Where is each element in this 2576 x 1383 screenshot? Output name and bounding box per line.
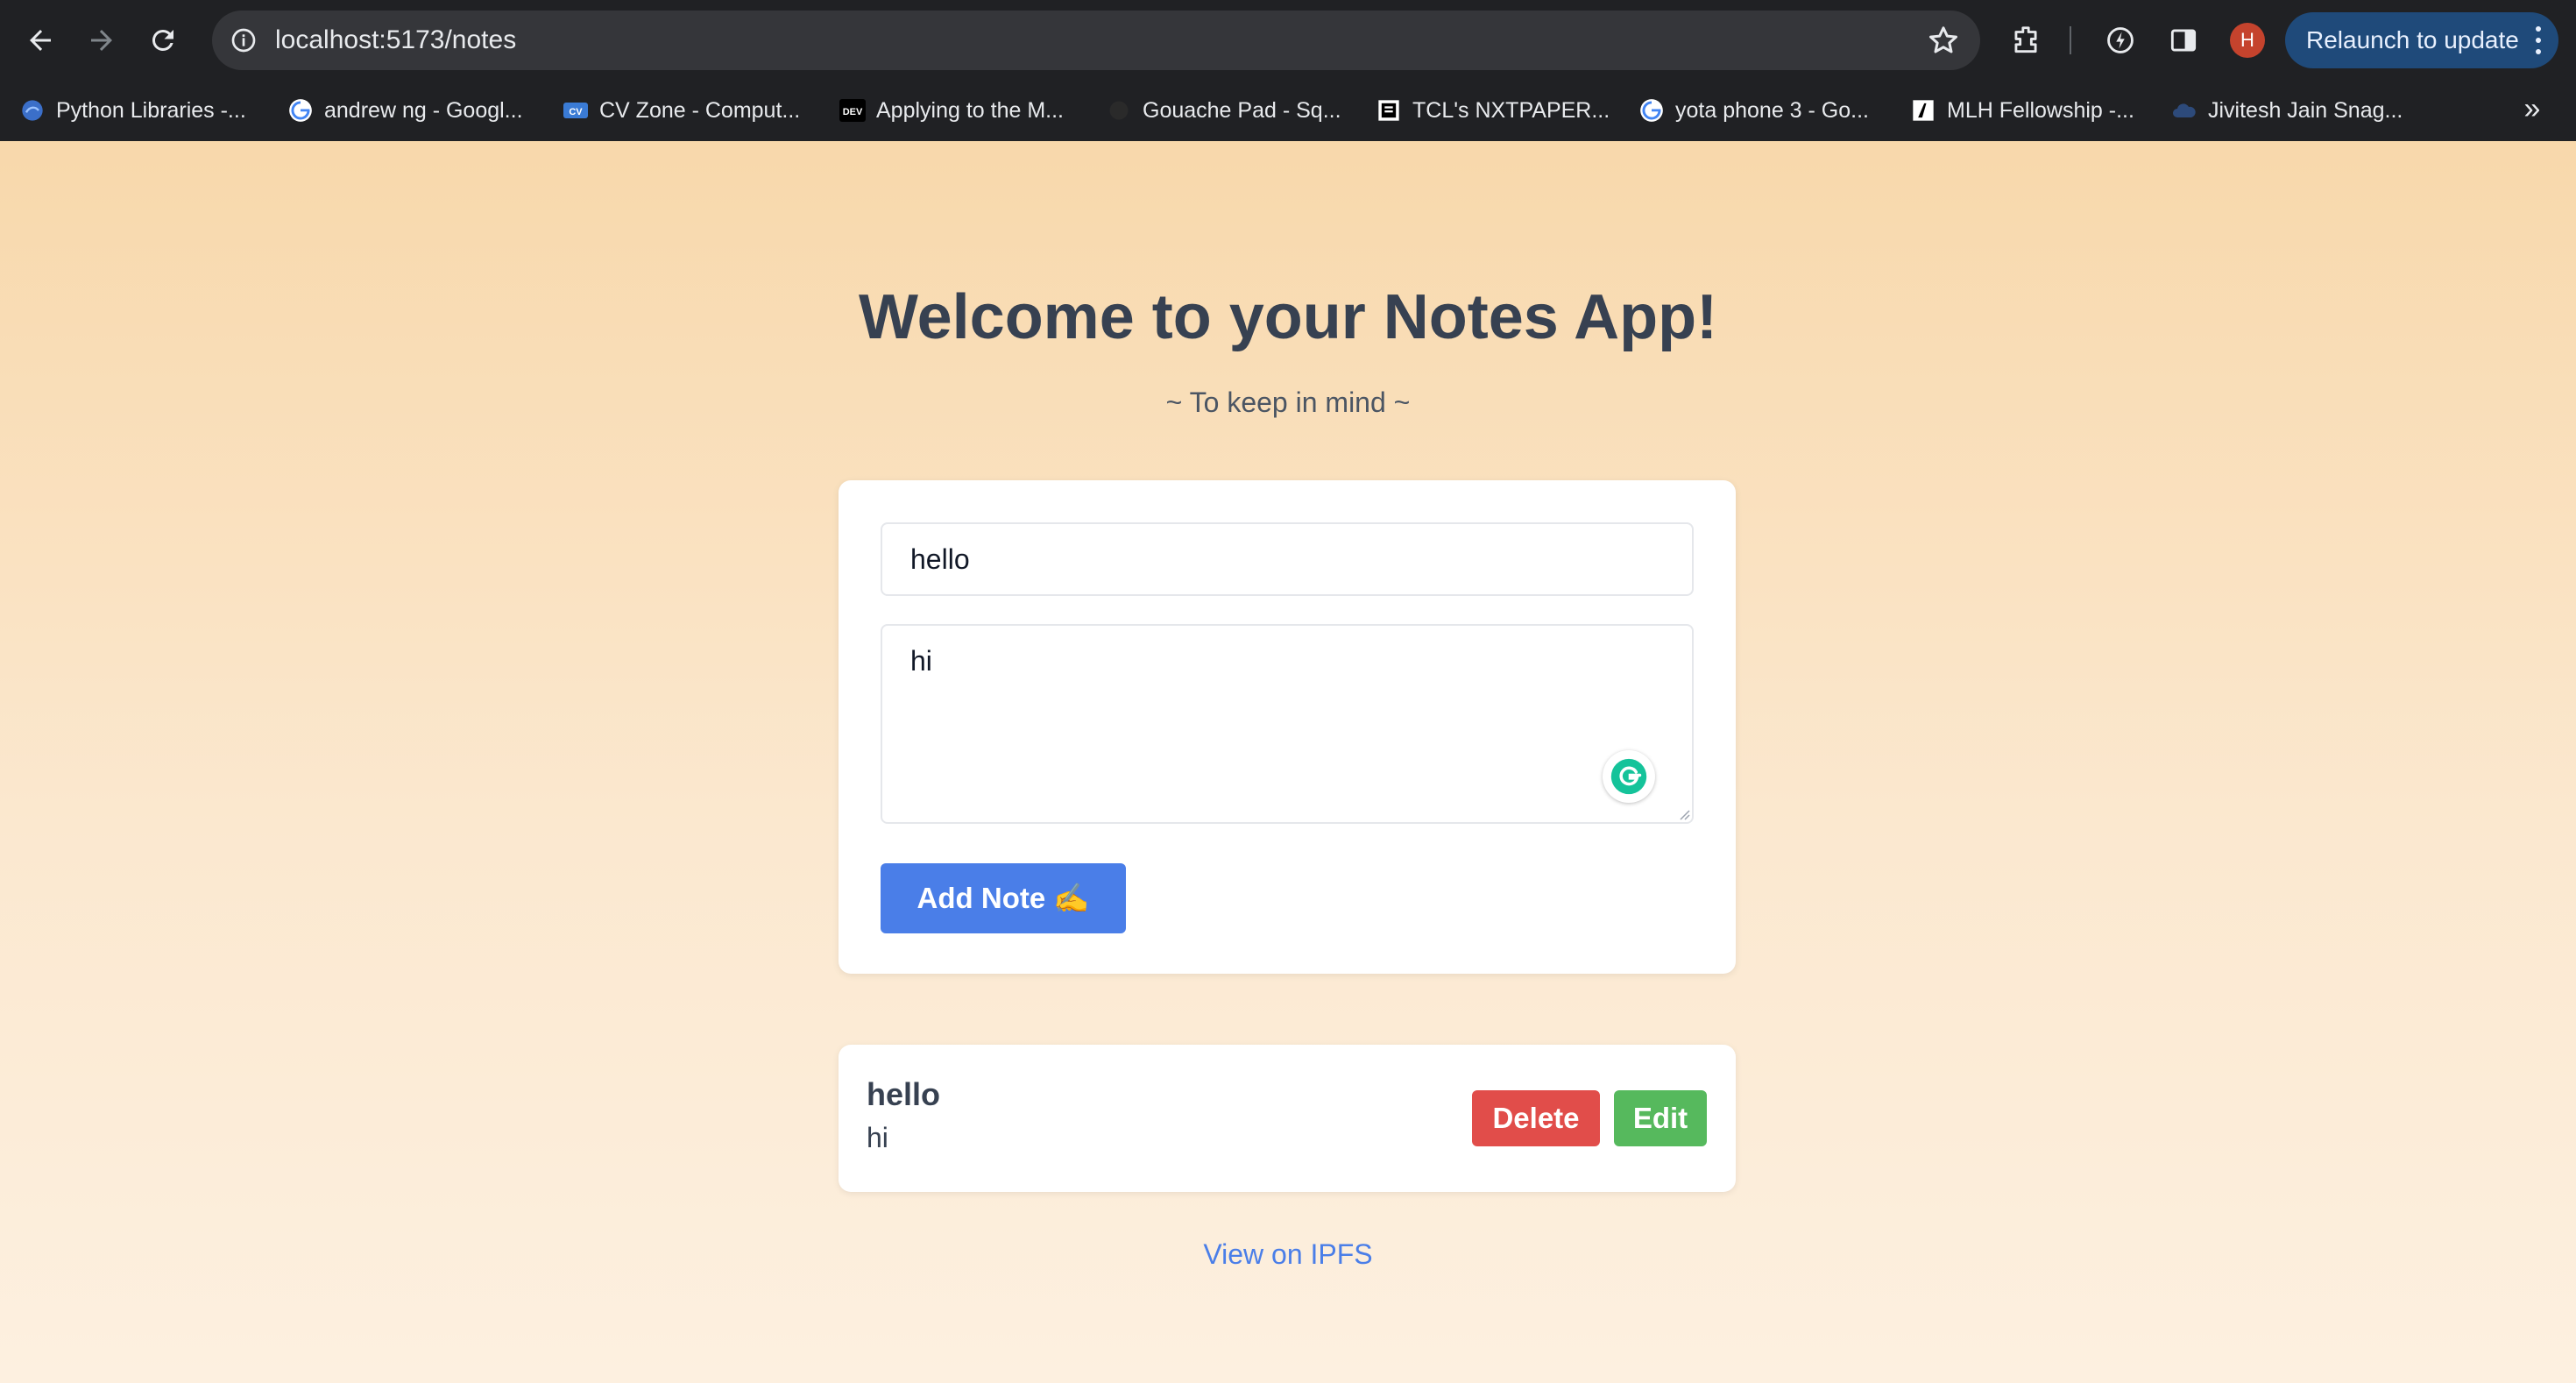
relaunch-label: Relaunch to update	[2306, 26, 2519, 53]
mlh-icon	[1910, 97, 1936, 124]
page-title: Welcome to your Notes App!	[858, 282, 1718, 352]
relaunch-button[interactable]: Relaunch to update	[2285, 12, 2558, 68]
note-body: hi	[867, 1122, 888, 1153]
profile-avatar[interactable]: H	[2230, 23, 2265, 58]
side-panel-icon[interactable]	[2164, 21, 2203, 60]
view-on-ipfs-link[interactable]: View on IPFS	[0, 1238, 2576, 1271]
bookmark-star-icon[interactable]	[1926, 23, 1961, 58]
page-subtitle: ~ To keep in mind ~	[1165, 387, 1411, 418]
note-form-card: hi Add Note ✍️	[839, 480, 1736, 974]
bookmark-label: yota phone 3 - Go...	[1675, 97, 1869, 123]
google-icon	[287, 97, 314, 124]
reload-button[interactable]	[140, 18, 186, 63]
bookmark-label: Python Libraries -...	[56, 97, 246, 123]
svg-text:CV: CV	[569, 107, 583, 117]
bookmark-item[interactable]: Gouache Pad - Sq...	[1106, 91, 1341, 130]
bookmarks-bar: Python Libraries -... andrew ng - Googl.…	[0, 81, 2576, 141]
dev-icon: DEV	[839, 97, 866, 124]
note-title: hello	[867, 1076, 941, 1112]
delete-note-button[interactable]: Delete	[1472, 1090, 1600, 1146]
tcl-icon	[1376, 97, 1402, 124]
edit-note-button[interactable]: Edit	[1614, 1090, 1707, 1146]
bookmark-item[interactable]: CV CV Zone - Comput...	[563, 91, 800, 130]
bookmark-item[interactable]: andrew ng - Googl...	[287, 91, 523, 130]
textarea-resize-handle[interactable]	[1676, 806, 1690, 820]
bookmark-label: Jivitesh Jain Snag...	[2208, 97, 2403, 123]
bookmark-item[interactable]: Python Libraries -...	[19, 91, 246, 130]
bookmark-label: Applying to the M...	[876, 97, 1065, 123]
bookmark-item[interactable]: yota phone 3 - Go...	[1638, 91, 1869, 130]
notes-page: Welcome to your Notes App! ~ To keep in …	[0, 141, 2576, 1383]
gouache-icon	[1106, 97, 1132, 124]
bookmark-item[interactable]: MLH Fellowship -...	[1910, 91, 2134, 130]
browser-chrome: localhost:5173/notes H Relaunch to updat…	[0, 0, 2576, 141]
google-icon	[1638, 97, 1665, 124]
grammarly-icon[interactable]	[1603, 750, 1655, 803]
address-bar[interactable]: localhost:5173/notes	[212, 11, 1980, 70]
arrow-right-icon	[91, 30, 112, 51]
bookmarks-overflow-icon[interactable]: »	[2515, 91, 2550, 126]
cloud-icon	[2171, 97, 2197, 124]
toolbar-divider	[2070, 26, 2071, 54]
bookmark-item[interactable]: TCL's NXTPAPER...	[1376, 91, 1610, 130]
note-title-input[interactable]	[881, 522, 1694, 596]
add-note-button[interactable]: Add Note ✍️	[881, 863, 1126, 933]
bookmark-label: MLH Fellowship -...	[1947, 97, 2134, 123]
kebab-menu-icon[interactable]	[2534, 26, 2543, 54]
back-button[interactable]	[18, 18, 63, 63]
browser-toolbar: localhost:5173/notes H Relaunch to updat…	[0, 0, 2576, 81]
note-card: hello hi Delete Edit	[839, 1045, 1736, 1192]
bookmark-label: TCL's NXTPAPER...	[1412, 97, 1610, 123]
python-libraries-icon	[19, 97, 46, 124]
url-text[interactable]: localhost:5173/notes	[275, 11, 516, 70]
cvzone-icon: CV	[563, 97, 589, 124]
bookmark-label: Gouache Pad - Sq...	[1143, 97, 1341, 123]
site-info-icon[interactable]	[224, 21, 263, 60]
bookmark-item[interactable]: Jivitesh Jain Snag...	[2171, 91, 2403, 130]
bookmark-item[interactable]: DEV Applying to the M...	[839, 91, 1064, 130]
bookmark-label: andrew ng - Googl...	[324, 97, 523, 123]
bookmark-label: CV Zone - Comput...	[599, 97, 801, 123]
reload-icon	[152, 29, 173, 51]
note-body-textarea[interactable]: hi	[881, 624, 1694, 824]
extensions-icon[interactable]	[2006, 21, 2045, 60]
performance-icon[interactable]	[2101, 21, 2140, 60]
forward-button[interactable]	[79, 18, 124, 63]
arrow-left-icon	[30, 30, 51, 51]
svg-text:DEV: DEV	[843, 107, 863, 117]
